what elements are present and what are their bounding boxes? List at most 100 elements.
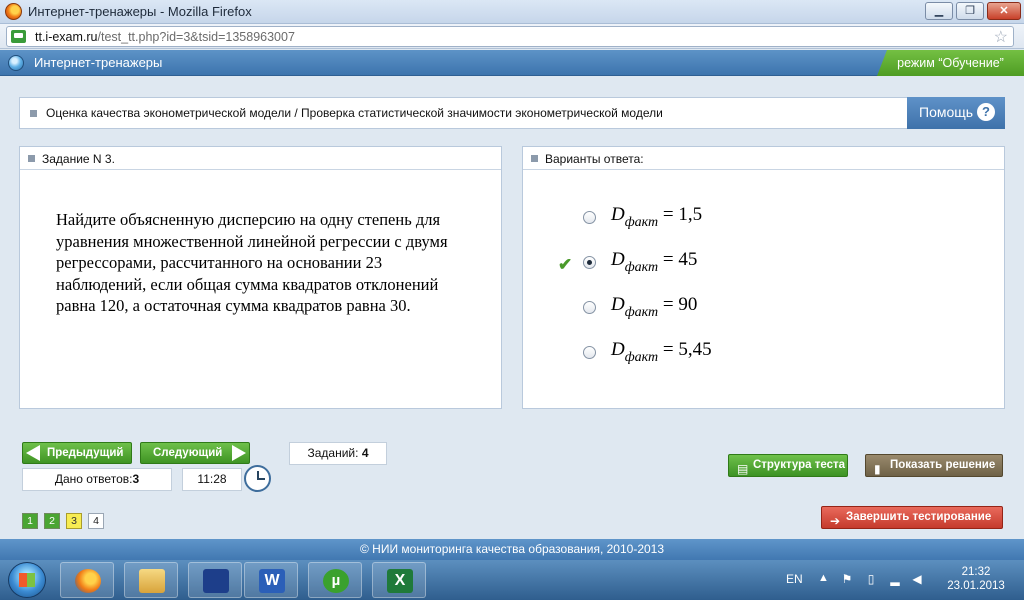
answer-formula: Dфакт = 45 — [611, 249, 697, 276]
site-identity-icon[interactable] — [11, 30, 26, 43]
task-panel: Задание N 3. Найдите объясненную дисперс… — [19, 146, 502, 409]
answer-option-1[interactable]: Dфакт = 1,5 — [583, 204, 783, 234]
checkmark-icon: ✔ — [558, 255, 573, 274]
url-path: /test_tt.php?id=3&tsid=1358963007 — [97, 30, 295, 44]
next-label: Следующий — [153, 447, 223, 459]
previous-button[interactable]: Предыдущий — [22, 442, 132, 464]
answer-value: = 1,5 — [662, 204, 703, 225]
answer-value: = 5,45 — [662, 339, 712, 360]
utorrent-icon: µ — [323, 569, 349, 593]
test-structure-label: Структура теста — [753, 459, 846, 471]
minimize-button[interactable]: ▁ — [925, 2, 953, 20]
answers-title: Варианты ответа: — [545, 152, 644, 166]
taskbar-save-app[interactable] — [188, 562, 242, 598]
answer-formula: Dфакт = 1,5 — [611, 204, 702, 231]
close-button[interactable]: ✕ — [987, 2, 1021, 20]
arrow-right-icon — [232, 445, 246, 461]
url-text[interactable]: tt.i-exam.ru/test_tt.php?id=3&tsid=13589… — [35, 30, 295, 44]
app-title: Интернет-тренажеры — [34, 55, 163, 70]
mode-badge: режим “Обучение” — [877, 50, 1024, 76]
answers-panel: Варианты ответа: ✔ Dфакт = 1,5 Dфакт = 4… — [522, 146, 1005, 409]
formula-symbol: D — [611, 339, 625, 360]
previous-label: Предыдущий — [47, 447, 124, 459]
start-button[interactable] — [8, 562, 46, 598]
next-button[interactable]: Следующий — [140, 442, 250, 464]
page-button-4[interactable]: 4 — [88, 513, 104, 529]
bullet-icon — [30, 110, 37, 117]
formula-subscript: факт — [624, 350, 659, 365]
taskbar-explorer[interactable] — [124, 562, 178, 598]
taskbar-utorrent[interactable]: µ — [308, 562, 362, 598]
page-footer: © НИИ мониторинга качества образования, … — [0, 539, 1024, 560]
answer-option-4[interactable]: Dфакт = 5,45 — [583, 339, 783, 369]
page-button-2[interactable]: 2 — [44, 513, 60, 529]
answers-given-value: 3 — [132, 472, 140, 486]
taskbar: W µ X EN ▲ ⚑ ▯ ▂ ◀ 21:32 23.01.2013 — [0, 560, 1024, 600]
runner-icon: ➔ — [830, 514, 841, 528]
url-host: tt.i-exam.ru — [35, 30, 98, 44]
window-titlebar: Интернет-тренажеры - Mozilla Firefox ▁ ❐… — [0, 0, 1024, 24]
language-indicator[interactable]: EN — [786, 572, 803, 586]
page-button-3[interactable]: 3 — [66, 513, 82, 529]
task-title: Задание N 3. — [42, 152, 115, 166]
floppy-disk-icon — [203, 569, 229, 593]
help-button[interactable]: Помощь ? — [907, 97, 1005, 129]
maximize-button[interactable]: ❐ — [956, 2, 984, 20]
volume-icon[interactable]: ◀ — [910, 572, 924, 586]
answer-formula: Dфакт = 5,45 — [611, 339, 712, 366]
formula-symbol: D — [611, 294, 625, 315]
tasks-label: Заданий: — [307, 446, 359, 460]
formula-subscript: факт — [624, 305, 659, 320]
radio-button[interactable] — [583, 346, 596, 359]
show-solution-label: Показать решение — [890, 459, 996, 471]
excel-icon: X — [387, 569, 413, 593]
question-icon: ? — [977, 103, 995, 121]
answer-option-2[interactable]: Dфакт = 45 — [583, 249, 783, 279]
network-signal-icon[interactable]: ▂ — [888, 572, 902, 586]
window-title: Интернет-тренажеры - Mozilla Firefox — [28, 4, 252, 19]
answer-option-3[interactable]: Dфакт = 90 — [583, 294, 783, 324]
firefox-icon — [75, 569, 101, 593]
bullet-icon — [531, 155, 538, 162]
clock-date: 23.01.2013 — [947, 580, 1005, 592]
finish-test-button[interactable]: ➔ Завершить тестирование — [821, 506, 1003, 529]
answer-value: = 45 — [662, 249, 698, 270]
tray-expand-icon[interactable]: ▲ — [818, 572, 829, 584]
show-solution-button[interactable]: ▮ Показать решение — [865, 454, 1003, 477]
timer: 11:28 — [182, 468, 242, 491]
radio-button-selected[interactable] — [583, 256, 596, 269]
answer-value: = 90 — [662, 294, 698, 315]
radio-button[interactable] — [583, 301, 596, 314]
clock-icon — [244, 465, 271, 492]
address-bar[interactable]: tt.i-exam.ru/test_tt.php?id=3&tsid=13589… — [6, 26, 1014, 47]
navigation-toolbar: tt.i-exam.ru/test_tt.php?id=3&tsid=13589… — [0, 24, 1024, 49]
arrow-left-icon — [26, 445, 40, 461]
app-header: Интернет-тренажеры — [0, 50, 1024, 76]
book-icon: ▮ — [874, 462, 881, 476]
answers-given-label: Дано ответов: — [54, 472, 133, 486]
formula-subscript: факт — [624, 215, 659, 230]
folder-icon — [139, 569, 165, 593]
formula-subscript: факт — [624, 260, 659, 275]
question-text: Найдите объясненную дисперсию на одну ст… — [56, 210, 448, 315]
answers-panel-header: Варианты ответа: — [523, 147, 1004, 170]
radio-button[interactable] — [583, 211, 596, 224]
page-button-1[interactable]: 1 — [22, 513, 38, 529]
action-center-icon[interactable]: ⚑ — [840, 572, 854, 586]
task-panel-header: Задание N 3. — [20, 147, 501, 170]
battery-icon[interactable]: ▯ — [864, 572, 878, 586]
breadcrumb: Оценка качества эконометрической модели … — [19, 97, 908, 129]
answers-given-counter: Дано ответов:3 — [22, 468, 172, 491]
tray-clock[interactable]: 21:32 23.01.2013 — [944, 565, 1008, 593]
taskbar-firefox[interactable] — [60, 562, 114, 598]
test-structure-button[interactable]: ▤ Структура теста — [728, 454, 848, 477]
globe-icon — [8, 55, 24, 71]
clock-time: 21:32 — [961, 566, 991, 578]
windows-logo-icon — [19, 573, 35, 587]
list-icon: ▤ — [737, 462, 749, 476]
taskbar-word[interactable]: W — [244, 562, 298, 598]
taskbar-excel[interactable]: X — [372, 562, 426, 598]
breadcrumb-text: Оценка качества эконометрической модели … — [46, 106, 663, 120]
bullet-icon — [28, 155, 35, 162]
bookmark-star-icon[interactable]: ☆ — [994, 27, 1008, 47]
